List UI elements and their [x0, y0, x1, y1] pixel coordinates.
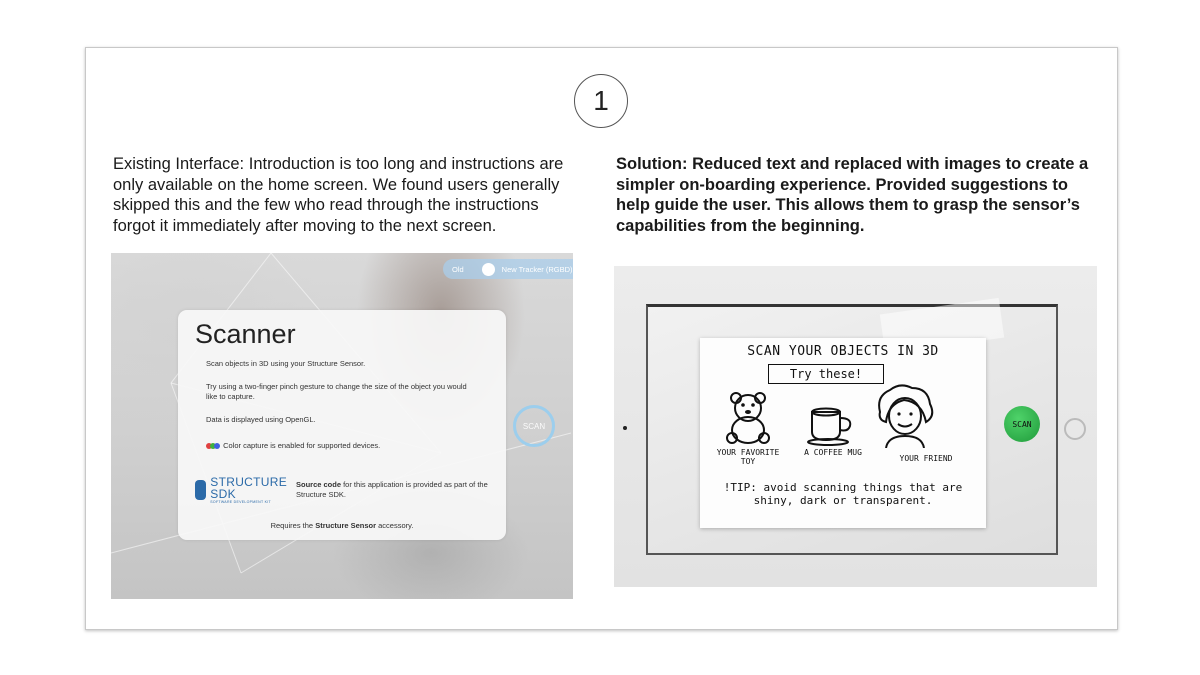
item-friend-label: YOUR FRIEND: [899, 454, 953, 463]
tip-text: !TIP: avoid scanning things that are shi…: [723, 481, 963, 507]
requires-note: Requires the Structure Sensor accessory.: [178, 521, 506, 530]
teddy-bear-icon: [726, 392, 770, 444]
camera-dot: [623, 426, 627, 430]
intro-line-1: Scan objects in 3D using your Structure …: [206, 359, 366, 368]
structure-sensor-link[interactable]: Structure Sensor: [315, 521, 376, 530]
solution-caption: Solution: Reduced text and replaced with…: [616, 155, 1089, 235]
onboarding-sketch: SCAN YOUR OBJECTS IN 3D Try these! YOUR …: [700, 338, 986, 528]
scanner-intro-card: Scanner Scan objects in 3D using your St…: [178, 310, 506, 540]
intro-line-3: Data is displayed using OpenGL.: [206, 415, 316, 424]
item-toy-label: YOUR FAVORITE TOY: [716, 448, 780, 466]
sdk-logo-subtitle: SOFTWARE DEVELOPMENT KIT: [210, 499, 271, 504]
card-title: Scanner: [195, 319, 296, 349]
toggle-knob[interactable]: [481, 262, 495, 276]
item-mug-label: A COFFEE MUG: [804, 448, 862, 457]
toggle-new-label: New Tracker (RGBD): [501, 264, 573, 274]
existing-interface-screenshot: Old New Tracker (RGBD) SCAN Scanner Scan…: [111, 253, 573, 599]
sdk-logo-title: STRUCTURE SDK: [210, 474, 287, 501]
try-these-box: Try these!: [768, 364, 884, 384]
scan-sticker-button[interactable]: SCAN: [1004, 406, 1040, 442]
source-code-note: Source code for this application is prov…: [296, 480, 491, 499]
intro-line-2: Try using a two-finger pinch gesture to …: [206, 382, 467, 401]
tracker-toggle[interactable]: Old New Tracker (RGBD): [443, 259, 573, 279]
solution-photo: SCAN YOUR OBJECTS IN 3D Try these! YOUR …: [614, 266, 1097, 587]
requires-suffix: accessory.: [376, 521, 414, 530]
toggle-old-label: Old: [452, 264, 464, 274]
structure-sdk-logo: STRUCTURE SDK SOFTWARE DEVELOPMENT KIT: [195, 474, 287, 504]
slide-card: 1 Existing Interface: Introduction is to…: [85, 47, 1118, 630]
intro-line-4-text: Color capture is enabled for supported d…: [223, 441, 381, 450]
intro-line-4: Color capture is enabled for supported d…: [206, 441, 476, 451]
sketch-title: SCAN YOUR OBJECTS IN 3D: [747, 344, 939, 359]
structure-logo-icon: [195, 480, 207, 500]
requires-prefix: Requires the: [270, 521, 316, 530]
coffee-mug-icon: [807, 407, 852, 446]
color-capture-icon: [206, 443, 220, 449]
friend-face-icon: [878, 384, 934, 448]
step-number-badge: 1: [574, 74, 628, 128]
scan-button[interactable]: SCAN: [513, 405, 555, 447]
source-code-link[interactable]: Source code: [296, 480, 341, 489]
existing-interface-caption: Existing Interface: Introduction is too …: [113, 155, 564, 235]
home-button[interactable]: [1064, 418, 1086, 440]
